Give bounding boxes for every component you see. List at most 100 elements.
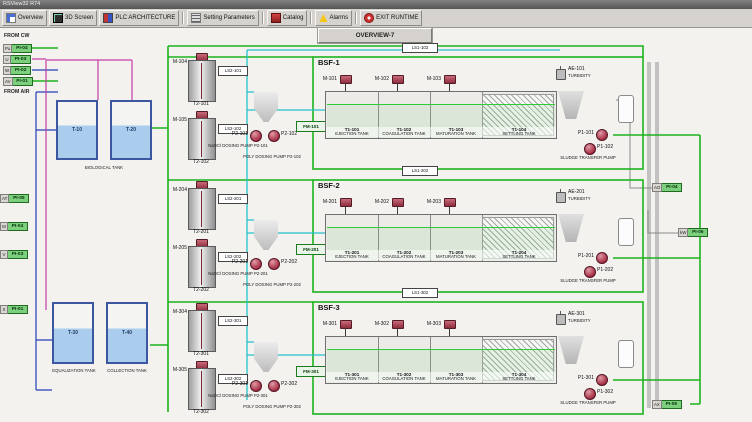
sludge-hopper[interactable] <box>558 336 584 364</box>
setting-parameters-button[interactable]: Setting Parameters <box>187 10 258 26</box>
mixer-label: M-301 <box>311 322 337 327</box>
mixer-motor-icon[interactable] <box>444 320 456 329</box>
analyzer-label: AE-201 <box>568 190 598 195</box>
tank-label: T-30 <box>68 330 78 336</box>
mixer-label: M-101 <box>311 77 337 82</box>
from-air-label: FROM AIR <box>4 89 29 95</box>
toolbar: Overview 3D Screen PLC ARCHITECTURE Sett… <box>0 9 752 28</box>
mixer-motor-icon[interactable] <box>340 320 352 329</box>
sludge-pump-icon[interactable] <box>596 374 608 386</box>
chemical-tank[interactable] <box>188 118 216 160</box>
dosing-hopper[interactable] <box>254 342 278 372</box>
tag-prefix: AV <box>3 77 13 86</box>
compartment-label: T1-203 MATURATION TANK <box>430 250 482 260</box>
io-tag-inlet-1[interactable]: Pu PI-04 <box>3 44 32 53</box>
dosing-pump-icon[interactable] <box>250 258 262 270</box>
tank-label: T-20 <box>126 127 136 133</box>
pump-caption: NaOCl DOSING PUMP P2-301 <box>208 393 268 398</box>
analyzer-sensor-icon[interactable] <box>556 69 566 80</box>
io-tag-inlet-2[interactable]: U PI-03 <box>3 55 31 64</box>
toolbar-separator <box>182 12 184 24</box>
dosing-hopper[interactable] <box>254 92 278 122</box>
io-tag-side-4[interactable]: X PI-01 <box>0 305 28 314</box>
overview-grid-icon <box>6 13 16 23</box>
tag-prefix: M <box>0 222 8 231</box>
alarms-button[interactable]: Alarms <box>315 10 352 26</box>
compartment-label: T1-302 COAGULATION TANK <box>378 372 430 382</box>
mixer-motor-icon[interactable] <box>340 198 352 207</box>
analyzer-sensor-icon[interactable] <box>556 192 566 203</box>
flow-meter[interactable]: FM-301 <box>296 366 326 377</box>
io-tag-inlet-4[interactable]: AV PI-01 <box>3 77 33 86</box>
pump-label: P1-302 <box>597 390 625 395</box>
dosing-pump-icon[interactable] <box>268 380 280 392</box>
mixer-motor-icon[interactable] <box>340 75 352 84</box>
sludge-hopper[interactable] <box>558 91 584 119</box>
filter-column[interactable] <box>618 340 634 368</box>
tag-prefix: X <box>0 305 8 314</box>
io-tag-side-3[interactable]: V PI-03 <box>0 250 28 259</box>
chemical-tank[interactable] <box>188 246 216 288</box>
compartment-label: T1-103 MATURATION TANK <box>430 127 482 137</box>
exit-runtime-button[interactable]: EXIT RUNTIME <box>360 10 422 26</box>
dosing-pump-icon[interactable] <box>268 130 280 142</box>
sludge-pump-icon[interactable] <box>584 266 596 278</box>
bsf-title: BSF-2 <box>318 181 340 190</box>
io-tag-side-1[interactable]: AT PI-05 <box>0 194 29 203</box>
mixer-motor-icon[interactable] <box>392 198 404 207</box>
dosing-pump-icon[interactable] <box>250 130 262 142</box>
tank-label: T2-201 <box>180 230 222 235</box>
mixer-motor-icon[interactable] <box>392 75 404 84</box>
tank-label: T2-202 <box>180 288 222 293</box>
analyzer-sensor-icon[interactable] <box>556 314 566 325</box>
mixer-label: M-103 <box>415 77 441 82</box>
3d-screen-button[interactable]: 3D Screen <box>49 10 97 26</box>
dosing-pump-icon[interactable] <box>268 258 280 270</box>
pump-caption: SLUDGE TRANSFER PUMP <box>560 278 616 283</box>
pump-label: P1-202 <box>597 268 625 273</box>
dosing-hopper[interactable] <box>254 220 278 250</box>
plc-architecture-button[interactable]: PLC ARCHITECTURE <box>99 10 179 26</box>
filter-column[interactable] <box>618 218 634 246</box>
mixer-label: M-204 <box>163 188 187 193</box>
sludge-pump-icon[interactable] <box>596 129 608 141</box>
mixer-motor-icon[interactable] <box>392 320 404 329</box>
tag-value: PI-04 <box>8 222 28 231</box>
button-label: Alarms <box>329 15 348 21</box>
level-switch: LS2-301 <box>218 316 248 326</box>
mixer-motor-icon[interactable] <box>444 198 456 207</box>
sludge-pump-icon[interactable] <box>584 143 596 155</box>
overview-7-button[interactable]: OVERVIEW-7 <box>318 28 432 43</box>
bsf-unit-3: BSF-3 LS1-302 FM-301 M-301 M-302 M-303 T… <box>290 288 722 413</box>
tag-value: PI-03 <box>8 250 28 259</box>
tank-group-caption: COLLECTION TANK <box>101 368 153 373</box>
overview-button[interactable]: Overview <box>2 10 47 26</box>
sludge-hopper[interactable] <box>558 214 584 242</box>
sludge-pump-icon[interactable] <box>596 252 608 264</box>
tag-value: PI-03 <box>11 55 31 64</box>
mixer-label: M-102 <box>363 77 389 82</box>
io-tag-inlet-3[interactable]: W PI-02 <box>3 66 31 75</box>
chemical-tank[interactable] <box>188 368 216 410</box>
toolbar-separator <box>355 12 357 24</box>
tag-prefix: V <box>0 250 8 259</box>
mixer-motor-icon[interactable] <box>444 75 456 84</box>
sludge-pump-icon[interactable] <box>584 388 596 400</box>
io-tag-side-2[interactable]: M PI-04 <box>0 222 28 231</box>
equalization-tank-1: T-30 <box>52 302 94 364</box>
catalog-button[interactable]: Catalog <box>267 10 308 26</box>
compartment-label: T1-204 SETTLING TANK <box>482 250 556 260</box>
dosing-unit-3: M-304 T2-301 LS2-301 M-305 T2-302 LS2-30… <box>160 302 310 416</box>
compartment-label: T1-301 EJECTION TANK <box>326 372 378 382</box>
button-label: 3D Screen <box>65 15 93 21</box>
filter-column[interactable] <box>618 95 634 123</box>
chemical-tank[interactable] <box>188 188 216 230</box>
chemical-tank[interactable] <box>188 60 216 102</box>
tank-group-biological: T-10 T-20 BIOLOGICAL TANK <box>52 95 157 175</box>
dosing-pump-icon[interactable] <box>250 380 262 392</box>
bsf-title: BSF-3 <box>318 303 340 312</box>
flow-meter[interactable]: FM-101 <box>296 121 326 132</box>
chemical-tank[interactable] <box>188 310 216 352</box>
button-label: PLC ARCHITECTURE <box>115 15 175 21</box>
flow-meter[interactable]: FM-201 <box>296 244 326 255</box>
